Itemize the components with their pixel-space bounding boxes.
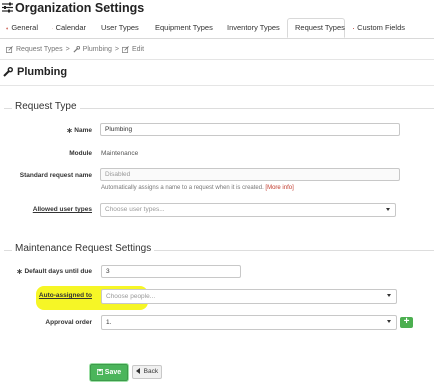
breadcrumb-plumbing[interactable]: Plumbing (83, 46, 112, 53)
asterisk-icon (67, 127, 73, 133)
module-value: Maintenance (101, 150, 139, 157)
tab-general[interactable]: General (2, 19, 42, 37)
default-days-label: Default days until due (8, 268, 92, 275)
default-days-field[interactable]: 3 (101, 265, 241, 278)
standard-request-name-field[interactable]: Disabled (100, 168, 400, 181)
sliders-icon (2, 2, 13, 13)
list-icon (353, 27, 354, 29)
settings-tabs: General Calendar User Types Equipment Ty… (0, 17, 434, 39)
title-bar: Organization Settings (0, 0, 434, 16)
standard-request-name-label: Standard request name (19, 172, 92, 179)
breadcrumb-separator: > (114, 46, 119, 53)
section-legend-request-type: Request Type (12, 101, 80, 112)
wrench-icon (3, 67, 13, 77)
approval-order-label: Approval order (45, 319, 92, 326)
tab-inventory-types[interactable]: Inventory Types (220, 19, 282, 37)
breadcrumb-edit: Edit (131, 46, 145, 53)
tab-equipment-types[interactable]: Equipment Types (148, 19, 214, 37)
breadcrumb: Request Types > Plumbing > Edit (6, 46, 144, 53)
auto-assigned-label: Auto-assigned to (38, 292, 92, 299)
edit-icon (6, 46, 13, 53)
section-legend-maintenance: Maintenance Request Settings (12, 243, 155, 254)
gear-icon (6, 27, 9, 29)
wrench-icon (73, 46, 80, 53)
module-label: Module (69, 150, 92, 157)
page-heading: Organization Settings (15, 1, 145, 15)
allowed-user-types-label: Allowed user types (32, 206, 92, 213)
divider (0, 85, 434, 86)
edit-icon (122, 46, 129, 53)
tab-calendar[interactable]: Calendar (48, 19, 90, 37)
auto-assigned-select[interactable]: Choose people... (101, 289, 397, 304)
calendar-icon (52, 27, 53, 29)
breadcrumb-separator: > (65, 46, 70, 53)
tab-request-types[interactable]: Request Types (287, 18, 345, 38)
tab-user-types[interactable]: User Types (94, 19, 142, 37)
arrow-left-icon (135, 368, 140, 375)
asterisk-icon (17, 268, 23, 274)
name-label: Name (20, 127, 92, 134)
back-button[interactable]: Back (132, 365, 162, 379)
check-icon (96, 369, 103, 376)
name-field[interactable]: Plumbing (100, 123, 400, 136)
tab-custom-fields[interactable]: Custom Fields (349, 19, 409, 37)
standard-request-name-help: Automatically assigns a name to a reques… (101, 185, 294, 191)
allowed-user-types-select[interactable]: Choose user types... (100, 203, 396, 217)
save-button[interactable]: Save (90, 364, 128, 381)
breadcrumb-request-types[interactable]: Request Types (16, 46, 63, 53)
more-info-link[interactable]: [More info] (265, 185, 293, 191)
page-title: Plumbing (3, 66, 67, 78)
divider (0, 59, 434, 60)
add-approver-button[interactable]: + (400, 317, 413, 328)
approval-order-select[interactable]: 1. (101, 315, 397, 330)
